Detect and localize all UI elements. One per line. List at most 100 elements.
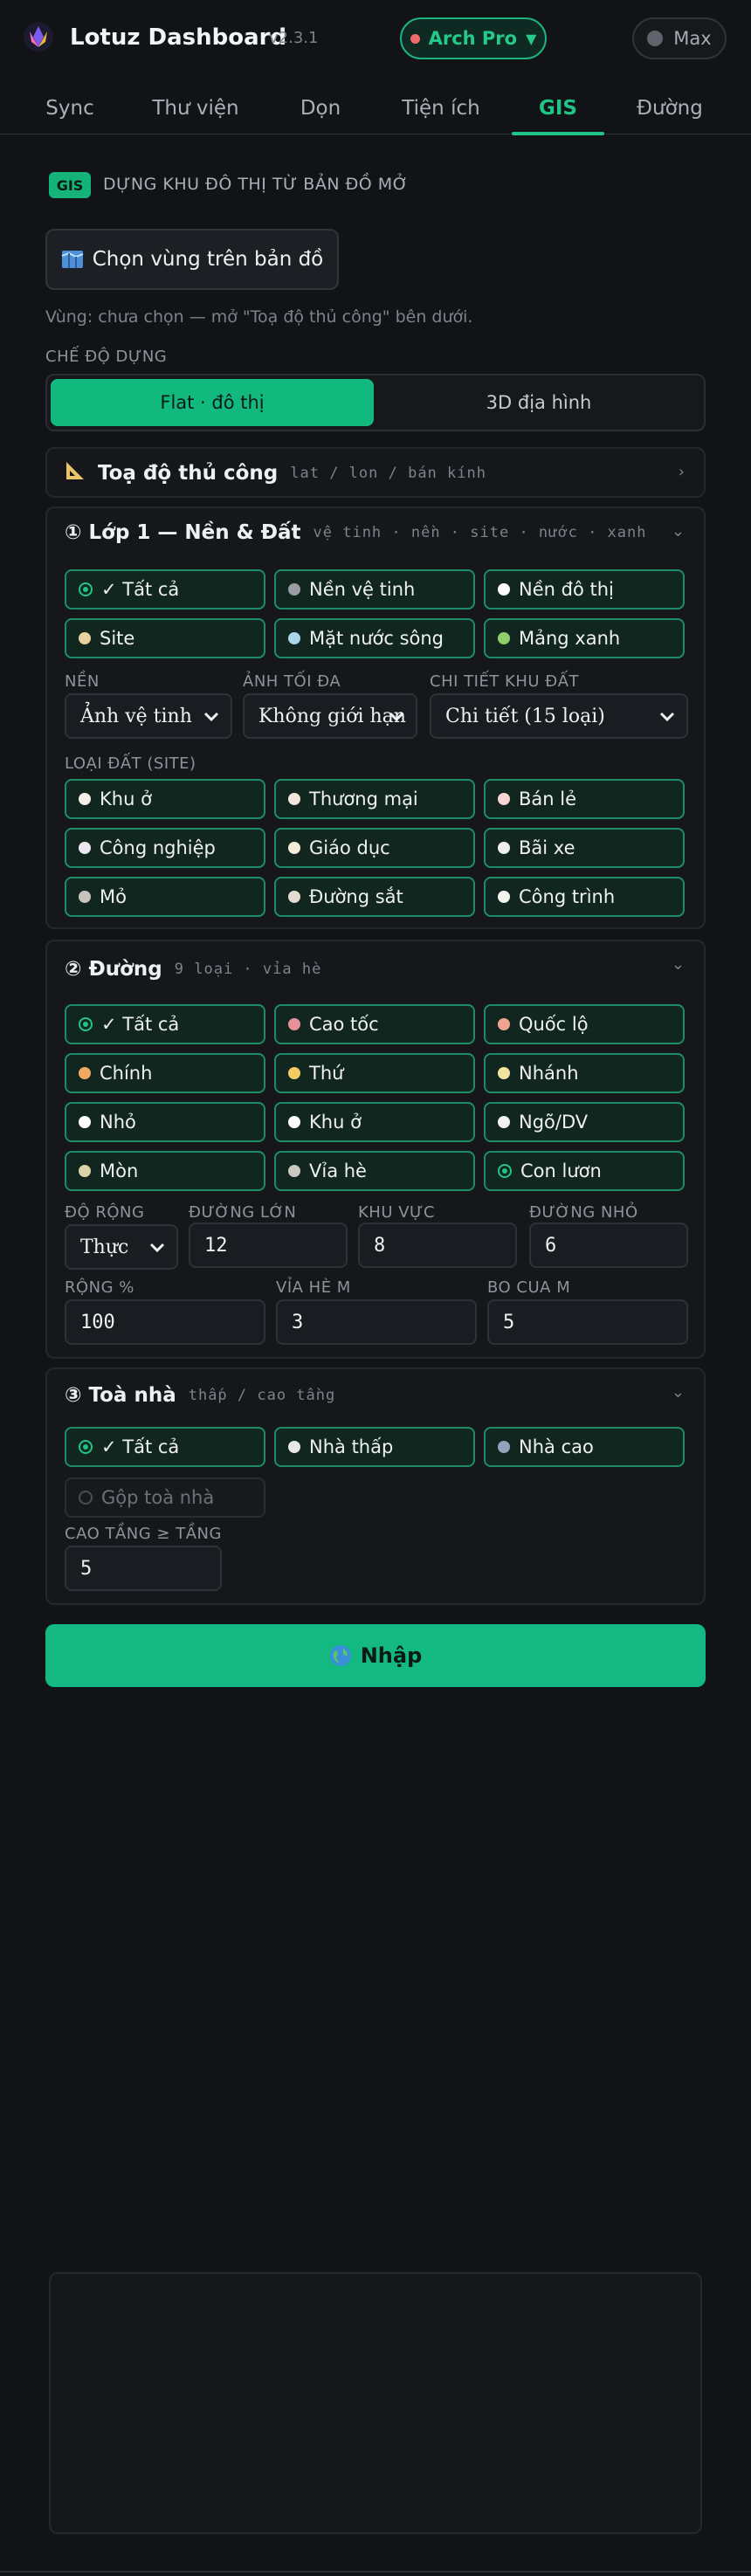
road-primary-chip[interactable]: Chính: [65, 1053, 265, 1093]
buildings-header[interactable]: ③ Toà nhà thấp / cao tầng: [65, 1371, 335, 1420]
color-dot: [288, 1116, 300, 1128]
mode-flat-option[interactable]: Flat · đô thị: [51, 379, 374, 426]
app-header: Lotuz Dashboard v2.3.1 Arch Pro ▼ Max: [0, 0, 751, 79]
road-residential-chip[interactable]: Khu ở: [274, 1102, 475, 1142]
plan-label: Arch Pro: [428, 28, 518, 49]
color-dot: [79, 1116, 91, 1128]
color-dot: [79, 1067, 91, 1079]
building-low-chip[interactable]: Nhà thấp: [274, 1427, 475, 1467]
landuse-construction-chip[interactable]: Công trình: [484, 877, 685, 917]
layer1-title: ① Lớp 1 — Nền & Đất: [65, 521, 301, 544]
globe-icon: [329, 1645, 351, 1666]
roads-all-chip[interactable]: ✓ Tất cả: [65, 1004, 265, 1044]
road-service-chip[interactable]: Ngõ/DV: [484, 1102, 685, 1142]
building-high-chip[interactable]: Nhà cao: [484, 1427, 685, 1467]
color-dot: [288, 1165, 300, 1177]
roads-header[interactable]: ② Đường 9 loại · vỉa hè: [65, 945, 321, 994]
color-dot: [288, 891, 300, 903]
pick-region-button[interactable]: Chọn vùng trên bản đồ: [45, 229, 339, 290]
radio-icon: [79, 1017, 93, 1031]
landuse-quarry-chip[interactable]: Mỏ: [65, 877, 265, 917]
layer1-satellite-chip[interactable]: Nền vệ tinh: [274, 569, 475, 610]
color-dot: [79, 1165, 91, 1177]
road-width-label: ĐỘ RỘNG: [65, 1203, 145, 1222]
site-detail-select[interactable]: Chi tiết (15 loại): [430, 693, 688, 739]
landuse-parking-chip[interactable]: Bãi xe: [484, 828, 685, 868]
chevron-down-icon: ⌄: [671, 522, 685, 541]
buildings-subtitle: thấp / cao tầng: [188, 1387, 336, 1404]
merge-buildings-chip[interactable]: Gộp toà nhà: [65, 1477, 265, 1518]
max-image-label: ẢNH TỐI ĐA: [243, 672, 341, 691]
landuse-industrial-chip[interactable]: Công nghiệp: [65, 828, 265, 868]
import-button[interactable]: Nhập: [45, 1624, 706, 1687]
color-dot: [79, 632, 91, 644]
landuse-residential-chip[interactable]: Khu ở: [65, 779, 265, 819]
color-dot: [288, 1018, 300, 1030]
tab-utilities[interactable]: Tiện ích: [393, 82, 489, 134]
max-image-select[interactable]: Không giới hạn: [243, 693, 417, 739]
corner-radius-input[interactable]: 5: [487, 1299, 688, 1345]
layer1-urban-base-chip[interactable]: Nền đô thị: [484, 569, 685, 610]
color-dot: [288, 583, 300, 596]
landuse-retail-chip[interactable]: Bán lẻ: [484, 779, 685, 819]
road-width-select[interactable]: Thực: [65, 1224, 178, 1270]
color-dot: [498, 1116, 510, 1128]
mode-3d-option[interactable]: 3D địa hình: [377, 379, 700, 426]
area-input[interactable]: 8: [358, 1223, 517, 1268]
road-sidewalk-chip[interactable]: Vỉa hè: [274, 1151, 475, 1191]
color-dot: [288, 793, 300, 805]
road-median-chip[interactable]: Con lươn: [484, 1151, 685, 1191]
section-title: DỰNG KHU ĐÔ THỊ TỪ BẢN ĐỒ MỞ: [103, 175, 409, 194]
roads-subtitle: 9 loại · vỉa hè: [174, 961, 322, 978]
major-road-input[interactable]: 12: [189, 1223, 348, 1268]
color-dot: [288, 1067, 300, 1079]
main-tabs: Sync Thư viện Dọn Tiện ích GIS Đường: [0, 82, 751, 135]
base-select[interactable]: Ảnh vệ tinh: [65, 693, 232, 739]
tab-library[interactable]: Thư viện: [143, 82, 248, 134]
max-toggle[interactable]: Max: [632, 17, 727, 59]
buildings-title: ③ Toà nhà: [65, 1384, 176, 1407]
tall-threshold-input[interactable]: 5: [65, 1546, 222, 1591]
landuse-education-chip[interactable]: Giáo dục: [274, 828, 475, 868]
layer1-header[interactable]: ① Lớp 1 — Nền & Đất vệ tinh · nền · site…: [65, 508, 647, 557]
caret-down-icon: ▼: [526, 30, 537, 47]
road-motorway-chip[interactable]: Cao tốc: [274, 1004, 475, 1044]
width-percent-input[interactable]: 100: [65, 1299, 265, 1345]
landuse-commercial-chip[interactable]: Thương mại: [274, 779, 475, 819]
buildings-all-chip[interactable]: ✓ Tất cả: [65, 1427, 265, 1467]
minor-road-label: ĐƯỜNG NHỎ: [529, 1203, 638, 1222]
tab-cleanup[interactable]: Dọn: [288, 82, 353, 134]
version-label: v2.3.1: [269, 29, 319, 47]
manual-coords-subtitle: lat / lon / bán kính: [290, 465, 486, 482]
road-trunk-chip[interactable]: Quốc lộ: [484, 1004, 685, 1044]
tab-gis[interactable]: GIS: [512, 82, 604, 135]
road-track-chip[interactable]: Mòn: [65, 1151, 265, 1191]
road-secondary-chip[interactable]: Thứ: [274, 1053, 475, 1093]
layer1-river-chip[interactable]: Mặt nước sông: [274, 618, 475, 658]
layer1-all-chip[interactable]: ✓ Tất cả: [65, 569, 265, 610]
color-dot: [498, 793, 510, 805]
color-dot: [498, 632, 510, 644]
chevron-down-icon: ⌄: [671, 1383, 685, 1402]
road-minor-chip[interactable]: Nhỏ: [65, 1102, 265, 1142]
chevron-down-icon: [149, 1243, 165, 1253]
road-tertiary-chip[interactable]: Nhánh: [484, 1053, 685, 1093]
ruler-icon: [65, 460, 86, 486]
layer1-site-chip[interactable]: Site: [65, 618, 265, 658]
color-dot: [498, 1018, 510, 1030]
plan-selector[interactable]: Arch Pro ▼: [400, 17, 547, 59]
layer1-green-chip[interactable]: Mảng xanh: [484, 618, 685, 658]
manual-coords-header: Toạ độ thủ công lat / lon / bán kính: [65, 449, 486, 498]
max-label: Max: [673, 28, 712, 49]
radio-icon: [79, 1440, 93, 1454]
tab-sync[interactable]: Sync: [35, 82, 105, 134]
sidewalk-input[interactable]: 3: [276, 1299, 477, 1345]
radio-icon: [498, 1164, 512, 1178]
minor-road-input[interactable]: 6: [529, 1223, 688, 1268]
layer1-subtitle: vệ tinh · nền · site · nước · xanh: [313, 524, 647, 541]
bottom-divider: [0, 2571, 751, 2573]
chevron-down-icon: [659, 712, 675, 722]
landuse-railway-chip[interactable]: Đường sắt: [274, 877, 475, 917]
tab-roads[interactable]: Đường: [629, 82, 711, 134]
manual-coords-card[interactable]: Toạ độ thủ công lat / lon / bán kính ›: [45, 447, 706, 498]
